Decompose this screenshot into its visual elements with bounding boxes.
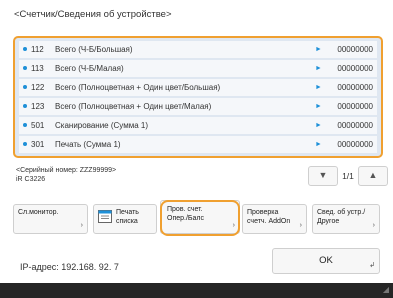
device-info: <Серийный номер: ZZZ99999> iR C3226 [16,166,116,184]
counter-value: 00000000 [337,83,373,92]
counter-name: Всего (Полноцветная + Один цвет/Большая) [55,83,221,92]
counter-row[interactable]: 122 Всего (Полноцветная + Один цвет/Боль… [19,79,377,96]
counter-name: Всего (Полноцветная + Один цвет/Малая) [55,102,212,111]
check-label-line1: Пров. счет. [167,206,203,213]
counter-row[interactable]: 301 Печать (Сумма 1) ► 00000000 [19,136,377,153]
page-indicator: 1/1 [342,171,354,181]
screen-title: <Счетчик/Сведения об устройстве> [14,9,172,20]
ip-address: IP-адрес: 192.168. 92. 7 [20,262,119,272]
counter-code: 122 [31,83,45,92]
corner-arrow-icon: › [232,222,235,229]
counter-code: 123 [31,102,45,111]
bullet-icon [23,104,27,108]
print-label-line2: списка [116,218,138,225]
counter-row[interactable]: 113 Всего (Ч-Б/Малая) ► 00000000 [19,60,377,77]
monitor-button-label: Сл.монитор. [18,209,59,216]
counter-value: 00000000 [337,45,373,54]
bullet-icon [23,123,27,127]
print-list-button[interactable]: Печать списка [93,204,157,234]
counter-row[interactable]: 501 Сканирование (Сумма 1) ► 00000000 [19,117,377,134]
counter-row[interactable]: 123 Всего (Полноцветная + Один цвет/Мала… [19,98,377,115]
ok-button-label: OK [319,255,333,266]
counter-name: Всего (Ч-Б/Большая) [55,45,133,54]
check-label-line2: Опер./Балс [167,215,204,222]
triangle-up-icon: ▲ [368,170,378,180]
arrow-right-icon: ► [315,103,322,110]
scroll-up-button[interactable]: ▲ [358,166,388,186]
check-counter-button[interactable]: Пров. счет. Опер./Балс › [160,200,240,234]
counter-code: 301 [31,140,45,149]
devinfo-label-line1: Свед. об устр./ [317,209,366,216]
counter-name: Всего (Ч-Б/Малая) [55,64,124,73]
counter-row[interactable]: 112 Всего (Ч-Б/Большая) ► 00000000 [19,41,377,58]
counter-name: Сканирование (Сумма 1) [55,121,148,130]
corner-arrow-icon: › [372,222,375,229]
counter-name: Печать (Сумма 1) [55,140,121,149]
arrow-right-icon: ► [315,46,322,53]
arrow-right-icon: ► [315,84,322,91]
counter-value: 00000000 [337,102,373,111]
addon-label-line2: счетч. AddOn [247,218,291,225]
monitor-button[interactable]: Сл.монитор. › [13,204,88,234]
bullet-icon [23,47,27,51]
triangle-down-icon: ▼ [318,170,328,180]
addon-counter-button[interactable]: Проверка счетч. AddOn › [242,204,307,234]
addon-label-line1: Проверка [247,209,279,216]
counter-code: 112 [31,45,44,54]
device-model: iR C3226 [16,176,46,183]
counter-value: 00000000 [337,140,373,149]
bottom-bar: ◢ [0,283,393,298]
device-info-button[interactable]: Свед. об устр./ Другое › [312,204,380,234]
counter-value: 00000000 [337,121,373,130]
resize-grip-icon: ◢ [382,285,389,294]
scroll-down-button[interactable]: ▼ [308,166,338,186]
counter-code: 501 [31,121,45,130]
arrow-right-icon: ► [315,122,322,129]
bullet-icon [23,142,27,146]
counter-list: 112 Всего (Ч-Б/Большая) ► 00000000 113 В… [13,36,383,158]
serial-number: <Серийный номер: ZZZ99999> [16,167,117,174]
bullet-icon [23,66,27,70]
bullet-icon [23,85,27,89]
ok-button[interactable]: OK ↲ [272,248,380,274]
corner-arrow-icon: › [299,222,302,229]
devinfo-label-line2: Другое [317,218,340,225]
print-list-icon [98,210,112,223]
arrow-right-icon: ► [315,141,322,148]
arrow-right-icon: ► [315,65,322,72]
corner-arrow-icon: › [80,222,83,229]
counter-code: 113 [31,64,44,73]
counter-value: 00000000 [337,64,373,73]
print-label-line1: Печать [116,209,139,216]
return-icon: ↲ [369,262,375,269]
